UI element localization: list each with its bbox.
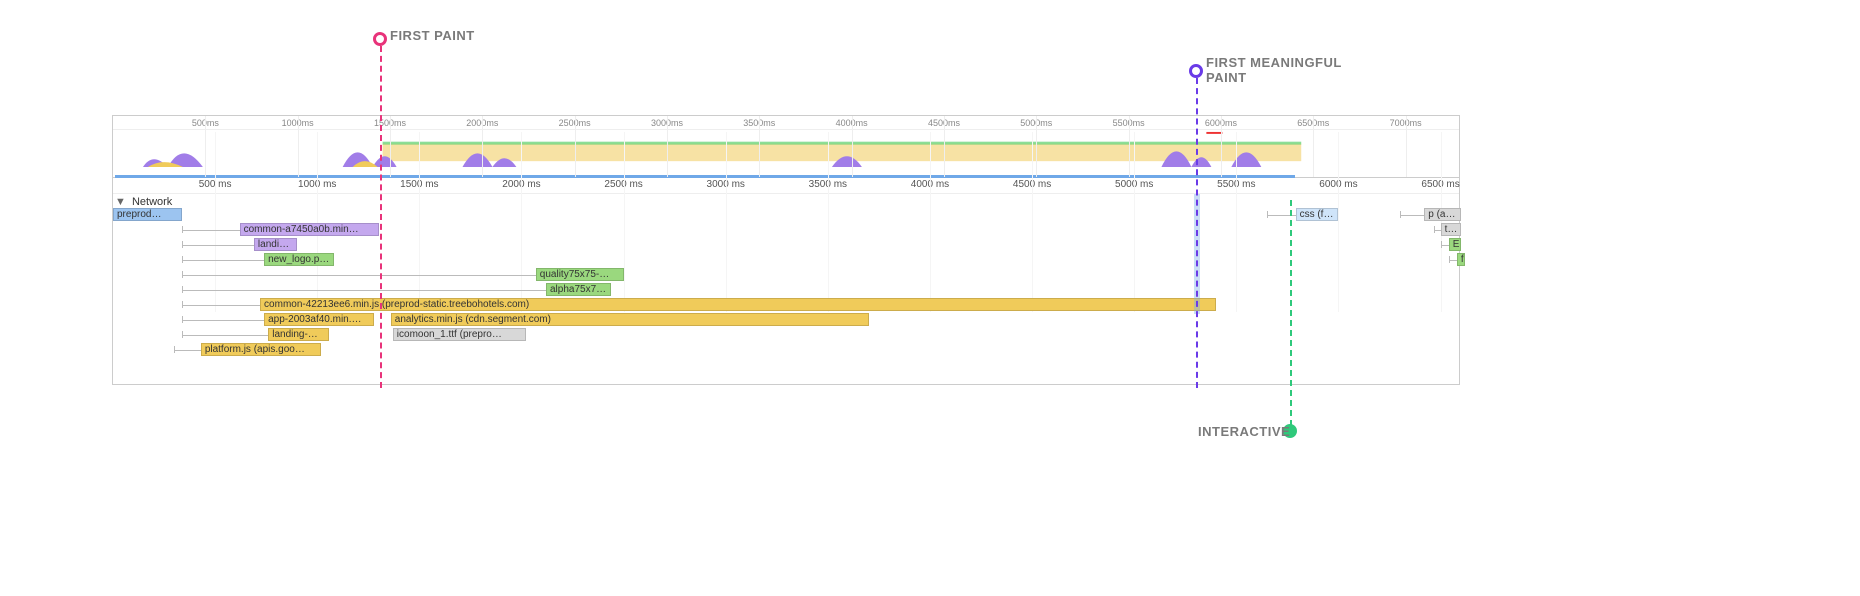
overview-strip[interactable]: 500ms1000ms1500ms2000ms2500ms3000ms3500m… [113, 116, 1459, 178]
wait-cap [182, 226, 183, 233]
detail-gridline [726, 132, 727, 312]
overview-gridline [759, 116, 760, 177]
timeline-panel[interactable]: 500ms1000ms1500ms2000ms2500ms3000ms3500m… [112, 115, 1460, 385]
marker-first-paint-dot [373, 32, 387, 46]
overview-gridline [390, 116, 391, 177]
detail-gridline [215, 132, 216, 312]
wait-cap [182, 301, 183, 308]
marker-fmp-dot [1189, 64, 1203, 78]
resource-bar[interactable]: p (api.s… [1424, 208, 1461, 221]
wait-cap [1441, 241, 1442, 248]
overview-gridline [298, 116, 299, 177]
waterfall-row[interactable]: EInbV5Df… [113, 238, 1459, 253]
resource-bar[interactable]: new_logo.p… [264, 253, 333, 266]
waterfall-row[interactable]: quality75x75-… [113, 268, 1459, 283]
marker-interactive-label: INTERACTIVE [1198, 424, 1290, 439]
resource-bar[interactable]: common-a7450a0b.min… [240, 223, 379, 236]
detail-gridline [828, 132, 829, 312]
overview-svg [113, 130, 1459, 167]
section-network-label: Network [132, 196, 172, 208]
detail-gridline [1338, 132, 1339, 312]
overview-graph [113, 130, 1459, 167]
wait-cap [182, 241, 183, 248]
overview-gridline [852, 116, 853, 177]
wait-cap [1400, 211, 1401, 218]
resource-bar[interactable]: common-42213ee6.min.js (preprod-static.t… [260, 298, 1216, 311]
wait-line [182, 275, 535, 276]
resource-bar[interactable]: landing-… [268, 328, 329, 341]
wait-cap [1267, 211, 1268, 218]
wait-line [182, 245, 253, 246]
overview-gridline [1129, 116, 1130, 177]
detail-gridline [1441, 132, 1442, 312]
detail-gridline [1032, 132, 1033, 312]
network-waterfall[interactable]: preprod… common-a7450a0b.min… landin… new_l… [113, 208, 1459, 384]
waterfall-row[interactable]: landing-… icomoon_1.ttf (prepro… [113, 328, 1459, 343]
resource-bar[interactable]: landin… [254, 238, 297, 251]
detail-gridline [419, 132, 420, 312]
section-network-header[interactable]: ▼ Network [115, 196, 172, 208]
overview-gridline [1406, 116, 1407, 177]
waterfall-row[interactable]: platform.js (apis.goo… [113, 343, 1459, 358]
wait-line [1400, 215, 1425, 216]
resource-bar[interactable]: app-2003af40.min.… [264, 313, 374, 326]
wait-cap [1449, 256, 1450, 263]
wait-cap [182, 271, 183, 278]
wait-cap [1434, 226, 1435, 233]
marker-fmp-line [1196, 78, 1198, 388]
resource-bar[interactable]: platform.js (apis.goo… [201, 343, 322, 356]
detail-ruler: 500 ms1000 ms1500 ms2000 ms2500 ms3000 m… [113, 178, 1459, 194]
wait-cap [182, 256, 183, 263]
overview-gridline [575, 116, 576, 177]
wait-line [182, 260, 264, 261]
wait-line [182, 230, 239, 231]
resource-bar[interactable]: t (api.segment.io) [1441, 223, 1461, 236]
wait-cap [182, 286, 183, 293]
resource-bar[interactable]: icomoon_1.ttf (prepro… [393, 328, 526, 341]
waterfall-row[interactable]: p (api.s… [113, 208, 1459, 223]
waterfall-row[interactable]: common-42213ee6.min.js (preprod-static.t… [113, 298, 1459, 313]
overview-gridline [1221, 116, 1222, 177]
wait-cap [174, 346, 175, 353]
resource-bar[interactable]: css (f… [1296, 208, 1339, 221]
resource-bar[interactable]: alpha75x75… [546, 283, 611, 296]
overview-gridline [1313, 116, 1314, 177]
resource-bar[interactable]: favicon… [1457, 253, 1465, 266]
marker-interactive-line [1290, 200, 1292, 426]
detail-gridline [1134, 132, 1135, 312]
wait-line [174, 350, 201, 351]
wait-line [182, 305, 260, 306]
detail-gridline [521, 132, 522, 312]
overview-ruler: 500ms1000ms1500ms2000ms2500ms3000ms3500m… [113, 116, 1459, 130]
overview-gridline [944, 116, 945, 177]
overview-gridline [667, 116, 668, 177]
wait-line [182, 320, 264, 321]
overview-gridline [482, 116, 483, 177]
wait-line [1449, 260, 1457, 261]
detail-gridline [317, 132, 318, 312]
marker-fmp-label: FIRST MEANINGFUL PAINT [1206, 56, 1366, 86]
detail-gridline [624, 132, 625, 312]
wait-cap [182, 331, 183, 338]
marker-first-paint-line [380, 46, 382, 388]
resource-bar[interactable]: preprod… [113, 208, 182, 221]
resource-bar[interactable]: EInbV5Df… [1449, 238, 1461, 251]
waterfall-row[interactable]: app-2003af40.min.… analytics.min.js (cdn.… [113, 313, 1459, 328]
wait-line [182, 335, 268, 336]
marker-first-paint-label: FIRST PAINT [390, 28, 475, 43]
detail-gridline [930, 132, 931, 312]
resource-bar[interactable]: quality75x75-… [536, 268, 624, 281]
detail-gridline [1236, 132, 1237, 312]
disclosure-triangle-icon[interactable]: ▼ [115, 196, 126, 208]
wait-line [1441, 245, 1449, 246]
waterfall-row[interactable]: alpha75x75… [113, 283, 1459, 298]
resource-bar[interactable]: analytics.min.js (cdn.segment.com) [391, 313, 869, 326]
overview-gridline [1036, 116, 1037, 177]
wait-cap [182, 316, 183, 323]
overview-gridline [205, 116, 206, 177]
wait-line [182, 290, 546, 291]
